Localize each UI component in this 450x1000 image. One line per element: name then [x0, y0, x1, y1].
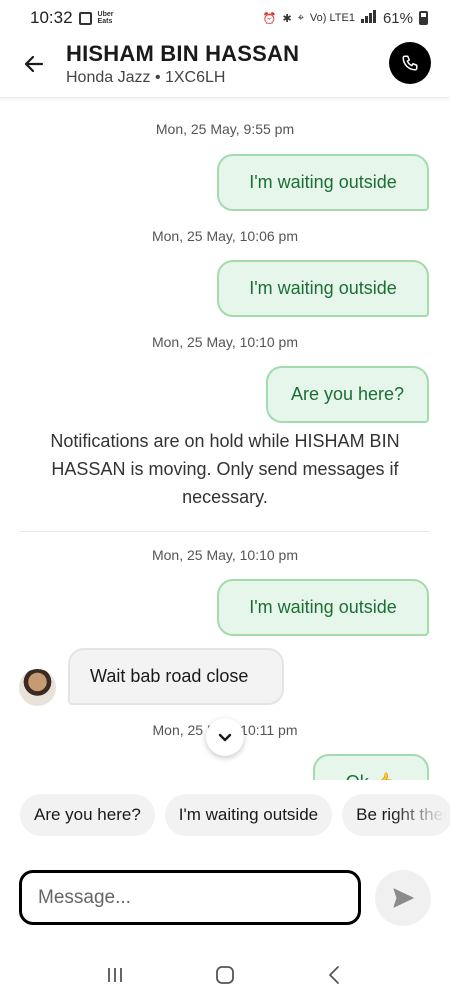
- quick-reply-chip[interactable]: I'm waiting outside: [164, 794, 333, 836]
- outgoing-message[interactable]: I'm waiting outside: [217, 154, 429, 211]
- quick-reply-chip[interactable]: Be right there: [342, 794, 450, 836]
- nav-recents-button[interactable]: [95, 955, 135, 995]
- call-button[interactable]: [389, 42, 431, 84]
- recents-icon: [108, 968, 122, 982]
- arrow-left-icon: [24, 55, 44, 73]
- back-button[interactable]: [18, 48, 50, 80]
- battery-icon: [419, 11, 428, 25]
- status-right: ⏰ ✱ ⌖ Vo) LTE1 61%: [263, 10, 428, 27]
- message-list[interactable]: Mon, 25 May, 9:55 pm I'm waiting outside…: [0, 99, 450, 780]
- incoming-message[interactable]: Wait bab road close: [68, 648, 284, 705]
- system-nav-bar: [0, 950, 450, 1000]
- message-input[interactable]: [19, 870, 361, 925]
- driver-avatar: [19, 669, 56, 706]
- message-timestamp: Mon, 25 May, 9:55 pm: [155, 121, 295, 137]
- outgoing-message[interactable]: Ok 👍: [313, 754, 429, 780]
- outgoing-message[interactable]: Are you here?: [266, 366, 429, 423]
- message-timestamp: Mon, 25 May, 10:10 pm: [151, 334, 299, 350]
- chat-header: HISHAM BIN HASSAN Honda Jazz • 1XC6LH: [0, 36, 450, 98]
- home-icon: [216, 966, 234, 984]
- notifications-on-hold-notice: Notifications are on hold while HISHAM B…: [50, 431, 400, 507]
- scroll-to-bottom-button[interactable]: [206, 718, 244, 756]
- message-timestamp: Mon, 25 May, 10:10 pm: [151, 547, 299, 563]
- nav-home-button[interactable]: [205, 955, 245, 995]
- uber-eats-notification-icon: Uber Eats: [97, 11, 114, 25]
- status-time: 10:32: [30, 8, 73, 27]
- notice-divider: [20, 531, 430, 532]
- battery-percent: 61%: [382, 9, 413, 27]
- nav-back-icon: [329, 966, 339, 984]
- send-icon: [393, 888, 414, 908]
- phone-icon: [402, 55, 418, 71]
- nav-back-button[interactable]: [315, 955, 355, 995]
- network-label: Vo) LTE1: [309, 12, 355, 24]
- location-icon: ⌖: [297, 11, 304, 24]
- gallery-notification-icon: [78, 11, 92, 25]
- vehicle-info: Honda Jazz • 1XC6LH: [66, 69, 226, 86]
- driver-name: HISHAM BIN HASSAN: [66, 41, 300, 66]
- bluetooth-icon: ✱: [282, 12, 292, 25]
- outgoing-message[interactable]: I'm waiting outside: [217, 260, 429, 317]
- outgoing-message[interactable]: I'm waiting outside: [217, 579, 429, 636]
- send-button[interactable]: [375, 870, 431, 926]
- status-bar: 10:32 Uber Eats ⏰ ✱ ⌖ Vo) LTE1 61%: [0, 0, 450, 36]
- chevron-down-icon: [218, 733, 232, 742]
- status-left: 10:32 Uber Eats: [30, 8, 116, 28]
- message-timestamp: Mon, 25 May, 10:06 pm: [151, 228, 299, 244]
- signal-icon: [360, 10, 377, 26]
- alarm-icon: ⏰: [262, 12, 277, 25]
- quick-reply-chip[interactable]: Are you here?: [20, 794, 155, 836]
- quick-replies: Are you here? I'm waiting outside Be rig…: [20, 794, 450, 836]
